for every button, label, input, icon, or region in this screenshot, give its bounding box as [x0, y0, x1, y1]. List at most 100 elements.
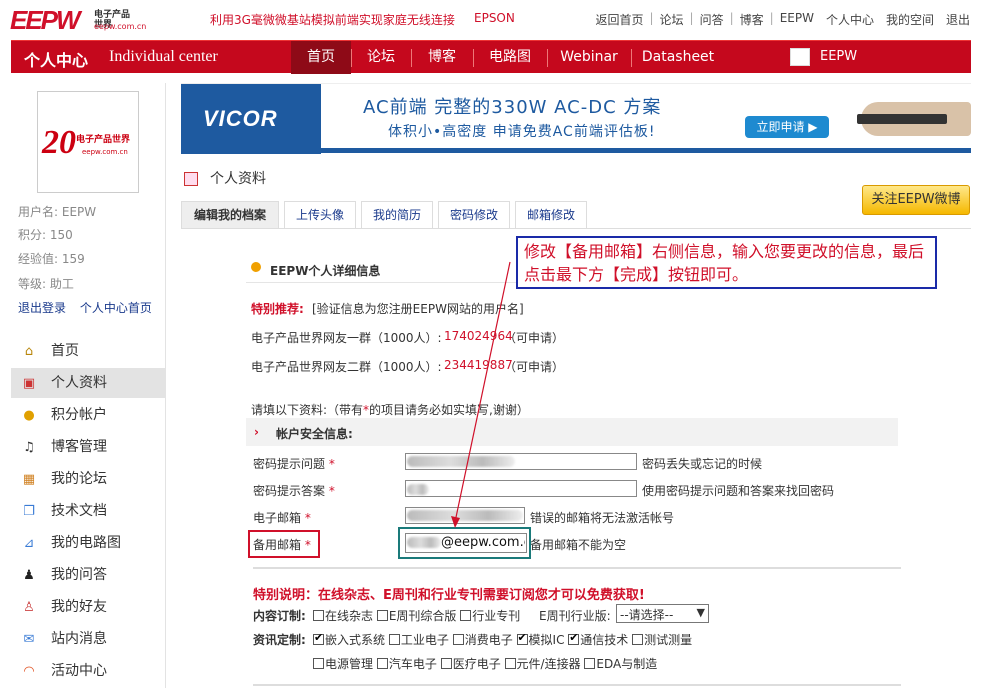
divider-2 — [253, 684, 901, 686]
tab-resume[interactable]: 我的简历 — [361, 201, 433, 228]
checkbox-test[interactable] — [632, 634, 644, 645]
answer-label: 密码提示答案 * — [253, 484, 335, 498]
vicor-banner[interactable]: VICOR AC前端 完整的330W AC-DC 方案 体积小•高密度 申请免费… — [181, 83, 971, 154]
section-title: 个人资料 — [210, 171, 266, 187]
checkbox-embedded[interactable] — [313, 631, 324, 645]
answer-input[interactable] — [405, 480, 637, 497]
experience: 经验值: 159 — [18, 252, 85, 266]
subscribe-options: 在线杂志 E周刊综合版 行业专刊 — [313, 607, 520, 624]
sidebar-item-circuit[interactable]: ⊿ 我的电路图 — [11, 528, 165, 558]
sidebar-item-docs[interactable]: ❐ 技术文档 — [11, 496, 165, 526]
divider-1 — [253, 567, 901, 569]
checkbox-industrial[interactable] — [388, 634, 400, 645]
group2-tail: （可申请） — [504, 360, 565, 374]
info-options: 嵌入式系统 工业电子 消费电子 模拟IC 通信技术 测试测量 — [313, 631, 692, 648]
special-note: 特别说明：在线杂志、E周刊和行业专刊需要订阅您才可以免费获取! — [253, 588, 645, 603]
tab-password[interactable]: 密码修改 — [438, 201, 510, 228]
nav-tab-webinar[interactable]: Webinar — [547, 41, 631, 74]
checkbox-eda[interactable] — [584, 658, 596, 669]
sidebar-item-home[interactable]: ⌂ 首页 — [11, 336, 165, 366]
tab-email[interactable]: 邮箱修改 — [515, 201, 587, 228]
epson-link[interactable]: EPSON — [474, 11, 515, 25]
chart-icon: ⊿ — [23, 536, 35, 551]
sidebar-item-points[interactable]: ● 积分帐户 — [11, 400, 165, 430]
top-link-forum[interactable]: 论坛 — [660, 11, 684, 28]
top-link-home[interactable]: 返回首页 — [595, 11, 643, 28]
banner-logo: VICOR — [181, 84, 321, 154]
arrow-bullet-icon — [251, 262, 261, 272]
checkbox-medical[interactable] — [440, 658, 452, 669]
logout-link[interactable]: 退出登录 — [18, 301, 66, 315]
level: 等级: 助工 — [18, 277, 74, 291]
board-image — [857, 114, 947, 124]
nav-tab-home[interactable]: 首页 — [291, 41, 351, 74]
answer-redacted — [407, 484, 429, 495]
home-icon: ⌂ — [24, 344, 34, 359]
coins-icon: ● — [23, 408, 35, 423]
promo-link[interactable]: 利用3G毫微微基站模拟前端实现家庭无线连接 — [210, 11, 455, 28]
backup-label-highlight — [248, 530, 320, 558]
industry-select[interactable]: --请选择-- ▼ — [616, 604, 709, 623]
checkbox-analog[interactable] — [516, 631, 528, 645]
form-heading: EEPW个人详细信息 — [270, 264, 381, 278]
subscribe-label: 内容订制: — [253, 609, 306, 623]
email-hint: 错误的邮箱将无法激活帐号 — [530, 511, 675, 525]
mail-icon: ✉ — [23, 632, 35, 647]
checkbox-components[interactable] — [504, 658, 516, 669]
banner-line2: 体积小•高密度 申请免费AC前端评估板! — [388, 124, 656, 140]
nav-tab-circuit[interactable]: 电路图 — [473, 41, 547, 74]
banner-bar — [181, 148, 971, 153]
checkbox-eweekly[interactable] — [376, 610, 388, 621]
nav-tab-datasheet[interactable]: Datasheet — [631, 41, 725, 74]
group2-label: 电子产品世界网友二群（1000人）: — [251, 360, 442, 374]
sidebar-item-qa[interactable]: ♟ 我的问答 — [11, 560, 165, 590]
nav-eepw[interactable]: EEPW — [820, 49, 857, 64]
banner-apply-button[interactable]: 立即申请 ▶ — [745, 116, 829, 138]
checkbox-industry[interactable] — [460, 610, 472, 621]
sidebar-item-blog[interactable]: ♫ 博客管理 — [11, 432, 165, 462]
eepw-badge-icon — [790, 48, 810, 66]
checkbox-comm[interactable] — [568, 631, 580, 645]
top-link-blog[interactable]: 博客 — [740, 11, 764, 28]
top-link-qa[interactable]: 问答 — [700, 11, 724, 28]
logo-url: eepw.com.cn — [94, 22, 147, 31]
info-options-2: 电源管理 汽车电子 医疗电子 元件/连接器 EDA与制造 — [313, 655, 657, 672]
avatar: 20 电子产品世界 eepw.com.cn — [37, 91, 139, 193]
rec-label: 特别推荐: — [251, 302, 304, 316]
tab-edit-profile[interactable]: 编辑我的档案 — [181, 201, 279, 228]
eepw-logo[interactable]: EEPW 电子产品世界 eepw.com.cn — [10, 5, 146, 35]
top-link-logout[interactable]: 退出 — [946, 11, 970, 28]
question-hint: 密码丢失或忘记的时候 — [642, 457, 763, 471]
sidebar-item-events[interactable]: ◠ 活动中心 — [11, 656, 165, 686]
nav-title-en: Individual center — [109, 48, 218, 65]
person-icon: ♙ — [23, 600, 35, 615]
nav-title: 个人中心 — [24, 51, 89, 70]
backup-email-hint: 备用邮箱不能为空 — [530, 538, 627, 552]
nav-tab-forum[interactable]: 论坛 — [351, 41, 411, 74]
sidebar-item-forum[interactable]: ▦ 我的论坛 — [11, 464, 165, 494]
main-nav: 个人中心 Individual center 首页 论坛 博客 电路图 Webi… — [11, 40, 971, 74]
top-link-eepw[interactable]: EEPW — [780, 11, 814, 28]
nav-tab-blog[interactable]: 博客 — [411, 41, 473, 74]
backup-input-highlight — [398, 527, 531, 559]
top-link-center[interactable]: 个人中心 — [826, 11, 874, 28]
sidebar-item-messages[interactable]: ✉ 站内消息 — [11, 624, 165, 654]
group1-number: 174024964 — [444, 329, 513, 343]
checkbox-consumer[interactable] — [452, 634, 464, 645]
username: 用户名: EEPW — [18, 205, 97, 219]
center-home-link[interactable]: 个人中心首页 — [80, 301, 152, 315]
logo-text: EEPW — [10, 5, 81, 35]
checkbox-auto[interactable] — [376, 658, 388, 669]
user-links: 退出登录 个人中心首页 — [18, 299, 152, 316]
checkbox-power[interactable] — [313, 658, 324, 669]
sidebar-item-profile[interactable]: ▣ 个人资料 — [11, 368, 165, 398]
instruction-callout: 修改【备用邮箱】右侧信息，输入您要更改的信息，最后点击最下方【完成】按钮即可。 — [516, 236, 937, 289]
checkbox-magazine[interactable] — [313, 610, 324, 621]
top-link-space[interactable]: 我的空间 — [886, 11, 934, 28]
avatar-text: 电子产品世界 — [76, 135, 131, 145]
sidebar-item-friends[interactable]: ♙ 我的好友 — [11, 592, 165, 622]
fill-note: 请填以下资料:（带有*的项目请务必如实填写,谢谢） — [251, 403, 529, 417]
tab-upload-avatar[interactable]: 上传头像 — [284, 201, 356, 228]
info-label: 资讯定制: — [253, 633, 306, 647]
security-arrow-icon: › — [254, 425, 259, 439]
